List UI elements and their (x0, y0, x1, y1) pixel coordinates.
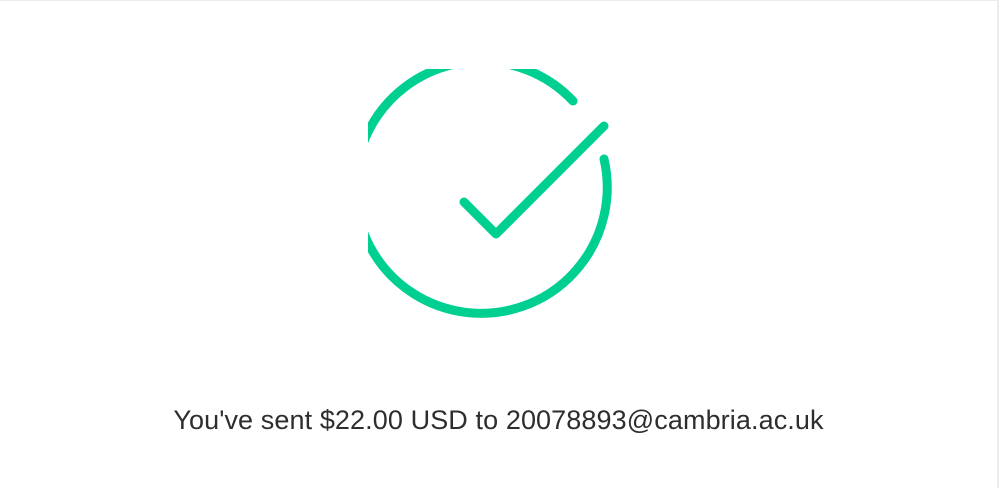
check-circle-icon (368, 69, 612, 318)
confirmation-message: You've sent $22.00 USD to 20078893@cambr… (173, 405, 824, 435)
success-checkmark (459, 121, 609, 239)
success-circle-arc (368, 69, 612, 318)
payment-confirmation-page: You've sent $22.00 USD to 20078893@cambr… (0, 0, 999, 488)
